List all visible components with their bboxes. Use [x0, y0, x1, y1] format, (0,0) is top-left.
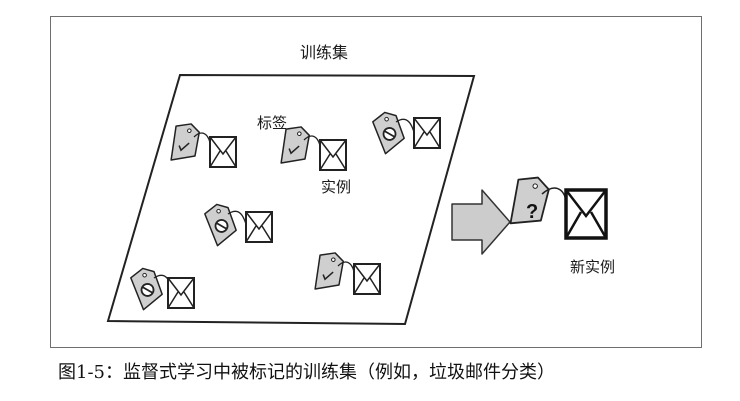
envelope-icon [209, 136, 237, 168]
envelope-icon [245, 211, 273, 243]
envelope-icon [564, 188, 608, 240]
label-annotation: 标签 [257, 114, 288, 132]
arrow-right-icon [451, 189, 511, 255]
new-instance: ? [509, 176, 608, 240]
envelope-icon [353, 263, 381, 295]
instance-annotation: 实例 [321, 178, 352, 196]
envelope-icon [413, 117, 441, 149]
training-set-parallelogram [106, 73, 476, 326]
training-set-label: 训练集 [300, 43, 349, 62]
figure-caption: 图1-5：监督式学习中被标记的训练集（例如，垃圾邮件分类） [58, 362, 555, 383]
envelope-icon [319, 139, 347, 171]
envelope-icon [167, 277, 195, 309]
new-instance-label: 新实例 [570, 258, 616, 276]
question-mark-text: ? [526, 201, 538, 223]
diagram-canvas: ? [106, 73, 608, 326]
